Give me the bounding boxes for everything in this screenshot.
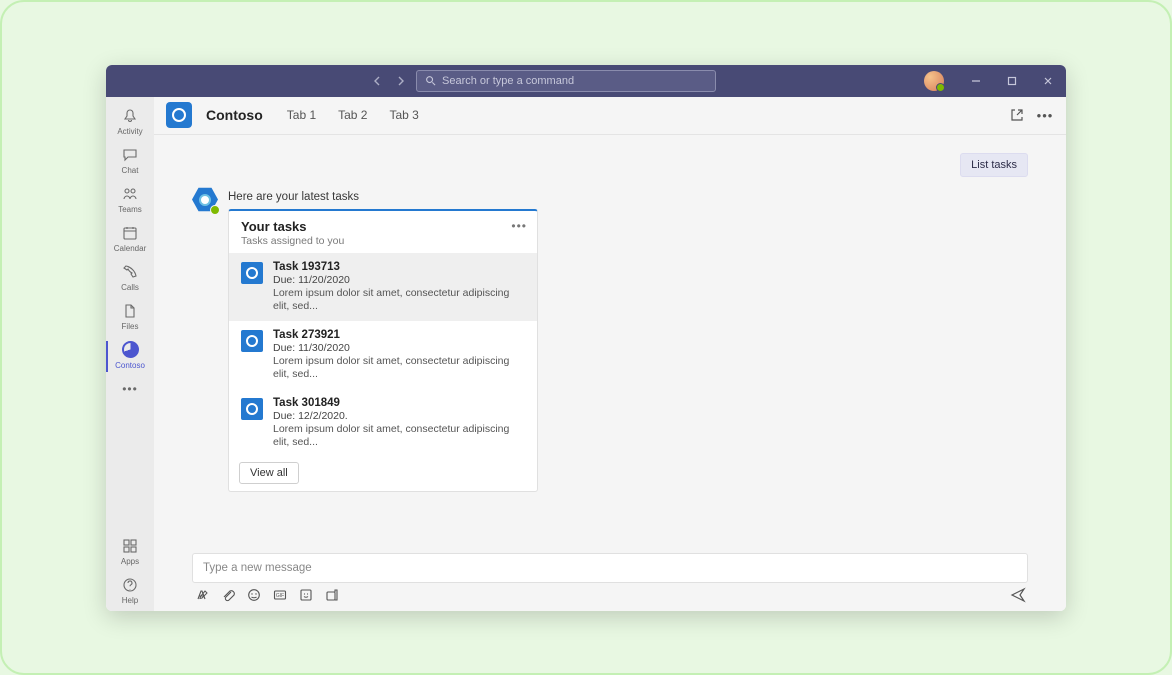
task-icon bbox=[241, 262, 263, 284]
rail-item-activity[interactable]: Activity bbox=[106, 103, 154, 142]
tab-1[interactable]: Tab 1 bbox=[283, 106, 320, 124]
task-row[interactable]: Task 301849 Due: 12/2/2020. Lorem ipsum … bbox=[229, 389, 537, 457]
app-window: Search or type a command Activity Chat T… bbox=[106, 65, 1066, 611]
task-title: Task 273921 bbox=[273, 329, 525, 341]
bot-avatar-icon bbox=[192, 187, 218, 213]
rail-label: Calendar bbox=[114, 244, 146, 253]
bell-icon bbox=[121, 107, 139, 125]
help-icon bbox=[121, 576, 139, 594]
task-title: Task 193713 bbox=[273, 261, 525, 273]
rail-more-icon[interactable]: ••• bbox=[122, 376, 138, 402]
rail-item-help[interactable]: Help bbox=[106, 572, 154, 611]
window-close-icon[interactable] bbox=[1030, 65, 1066, 97]
rail-item-calendar[interactable]: Calendar bbox=[106, 220, 154, 259]
sticker-icon[interactable] bbox=[298, 587, 314, 603]
rail-label: Calls bbox=[121, 283, 139, 292]
tab-more-icon[interactable]: ••• bbox=[1036, 106, 1054, 124]
tab-2[interactable]: Tab 2 bbox=[334, 106, 371, 124]
task-row[interactable]: Task 273921 Due: 11/30/2020 Lorem ipsum … bbox=[229, 321, 537, 389]
task-desc: Lorem ipsum dolor sit amet, consectetur … bbox=[273, 423, 525, 449]
avatar[interactable] bbox=[924, 71, 944, 91]
app-rail: Activity Chat Teams Calendar Calls Files bbox=[106, 97, 154, 611]
rail-item-chat[interactable]: Chat bbox=[106, 142, 154, 181]
rail-label: Contoso bbox=[115, 361, 145, 370]
rail-item-calls[interactable]: Calls bbox=[106, 259, 154, 298]
bot-intro-text: Here are your latest tasks bbox=[228, 187, 538, 209]
file-icon bbox=[121, 302, 139, 320]
calendar-icon bbox=[121, 224, 139, 242]
titlebar: Search or type a command bbox=[106, 65, 1066, 97]
teams-icon bbox=[121, 185, 139, 203]
compose-placeholder: Type a new message bbox=[203, 562, 312, 574]
rail-label: Help bbox=[122, 596, 138, 605]
more-actions-icon[interactable] bbox=[324, 587, 340, 603]
card-menu-icon[interactable]: ••• bbox=[511, 219, 527, 233]
task-desc: Lorem ipsum dolor sit amet, consectetur … bbox=[273, 287, 525, 313]
tab-bar: Contoso Tab 1 Tab 2 Tab 3 ••• bbox=[154, 97, 1066, 135]
task-icon bbox=[241, 398, 263, 420]
rail-item-files[interactable]: Files bbox=[106, 298, 154, 337]
task-due: Due: 11/20/2020 bbox=[273, 274, 525, 286]
rail-label: Chat bbox=[122, 166, 139, 175]
task-due: Due: 12/2/2020. bbox=[273, 410, 525, 422]
chat-panel: List tasks Here are your latest tasks Yo… bbox=[154, 135, 1066, 611]
main-area: Contoso Tab 1 Tab 2 Tab 3 ••• List tasks bbox=[154, 97, 1066, 611]
phone-icon bbox=[121, 263, 139, 281]
rail-item-teams[interactable]: Teams bbox=[106, 181, 154, 220]
tasks-card: Your tasks Tasks assigned to you ••• Tas… bbox=[228, 209, 538, 493]
window-maximize-icon[interactable] bbox=[994, 65, 1030, 97]
rail-label: Activity bbox=[117, 127, 142, 136]
task-due: Due: 11/30/2020 bbox=[273, 342, 525, 354]
format-icon[interactable] bbox=[194, 587, 210, 603]
contoso-app-icon bbox=[121, 341, 139, 359]
user-message: List tasks bbox=[960, 153, 1028, 177]
svg-text:GIF: GIF bbox=[276, 593, 284, 599]
app-logo-icon bbox=[166, 102, 192, 128]
send-icon[interactable] bbox=[1010, 587, 1026, 603]
view-all-button[interactable]: View all bbox=[239, 462, 299, 484]
tab-3[interactable]: Tab 3 bbox=[385, 106, 422, 124]
search-placeholder: Search or type a command bbox=[442, 75, 574, 87]
rail-label: Teams bbox=[118, 205, 142, 214]
rail-label: Files bbox=[122, 322, 139, 331]
compose-input[interactable]: Type a new message bbox=[192, 553, 1028, 583]
task-desc: Lorem ipsum dolor sit amet, consectetur … bbox=[273, 355, 525, 381]
search-icon bbox=[425, 75, 436, 86]
attachment-icon[interactable] bbox=[220, 587, 236, 603]
search-input[interactable]: Search or type a command bbox=[416, 70, 716, 92]
task-row[interactable]: Task 193713 Due: 11/20/2020 Lorem ipsum … bbox=[229, 253, 537, 321]
nav-forward-icon[interactable] bbox=[390, 71, 410, 91]
nav-back-icon[interactable] bbox=[368, 71, 388, 91]
gif-icon[interactable]: GIF bbox=[272, 587, 288, 603]
rail-label: Apps bbox=[121, 557, 139, 566]
card-subtitle: Tasks assigned to you bbox=[241, 235, 525, 247]
emoji-icon[interactable] bbox=[246, 587, 262, 603]
card-title: Your tasks bbox=[241, 219, 525, 234]
task-title: Task 301849 bbox=[273, 397, 525, 409]
rail-item-apps[interactable]: Apps bbox=[106, 533, 154, 572]
popout-icon[interactable] bbox=[1008, 106, 1026, 124]
task-icon bbox=[241, 330, 263, 352]
app-name: Contoso bbox=[206, 107, 263, 123]
rail-item-contoso[interactable]: Contoso bbox=[106, 337, 154, 376]
chat-icon bbox=[121, 146, 139, 164]
window-minimize-icon[interactable] bbox=[958, 65, 994, 97]
apps-icon bbox=[121, 537, 139, 555]
